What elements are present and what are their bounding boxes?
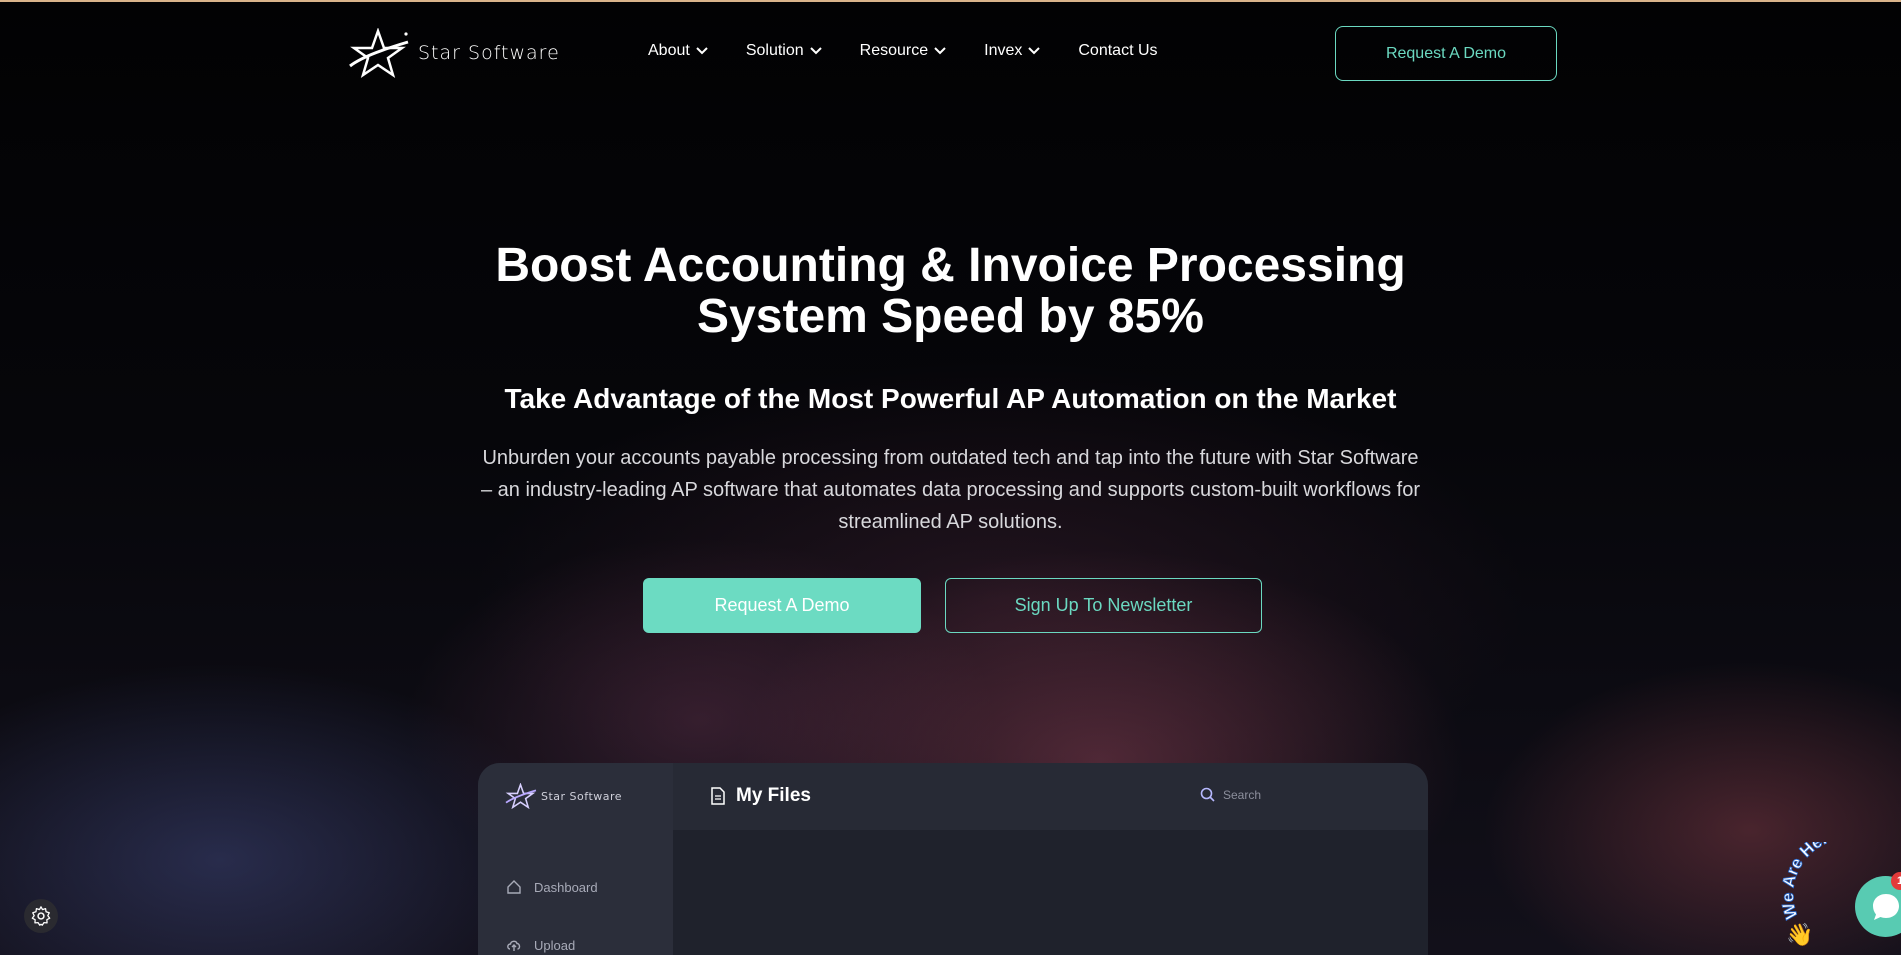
mockup-nav-label: Dashboard xyxy=(534,879,598,895)
newsletter-signup-button[interactable]: Sign Up To Newsletter xyxy=(945,578,1262,633)
nav-item-resource[interactable]: Resource xyxy=(860,42,946,60)
nav-label: Resource xyxy=(859,42,929,59)
chevron-down-icon xyxy=(696,47,708,55)
chat-tagline-text: We Are Here! xyxy=(1778,842,1845,922)
mockup-brand-name: Star Software xyxy=(541,789,623,803)
request-demo-header-button[interactable]: Request A Demo xyxy=(1335,26,1557,81)
brand-logo[interactable]: Star Software xyxy=(348,28,560,78)
nav-label: About xyxy=(648,42,690,59)
mockup-content-area xyxy=(673,830,1428,955)
main-nav: About Solution Resource Invex Contact Us xyxy=(648,42,1196,60)
svg-text:We Are Here!: We Are Here! xyxy=(1778,842,1845,921)
nav-label: Contact Us xyxy=(1078,42,1158,59)
mockup-page-title: My Files xyxy=(710,785,811,807)
file-icon xyxy=(711,787,725,805)
mockup-nav-upload[interactable]: Upload xyxy=(506,937,575,953)
waving-hand-icon: 👋 xyxy=(1786,922,1813,948)
mockup-sidebar: Star Software Dashboard Upload xyxy=(478,763,673,955)
nav-item-about[interactable]: About xyxy=(648,42,708,60)
brand-name: Star Software xyxy=(418,42,560,64)
chat-widget[interactable]: We Are Here! 👋 1 xyxy=(1778,842,1901,955)
nav-label: Invex xyxy=(984,42,1023,59)
chevron-down-icon xyxy=(934,47,946,55)
request-demo-button[interactable]: Request A Demo xyxy=(643,578,921,633)
nav-label: Solution xyxy=(745,42,804,59)
mockup-title-text: My Files xyxy=(736,785,811,806)
cloud-upload-icon xyxy=(507,940,521,951)
hero-title-line2: System Speed by 85% xyxy=(697,290,1204,343)
nav-item-contact-us[interactable]: Contact Us xyxy=(1078,42,1157,60)
settings-button[interactable] xyxy=(24,899,58,933)
mockup-search[interactable]: Search xyxy=(1200,787,1261,802)
nav-item-invex[interactable]: Invex xyxy=(984,42,1041,60)
site-header: Star Software About Solution Resource In… xyxy=(0,0,1901,108)
home-icon xyxy=(507,880,521,894)
search-icon xyxy=(1200,787,1215,802)
mockup-nav-dashboard[interactable]: Dashboard xyxy=(506,879,598,895)
hero-subtitle: Take Advantage of the Most Powerful AP A… xyxy=(504,383,1397,414)
mockup-logo: Star Software xyxy=(505,783,622,809)
nav-item-solution[interactable]: Solution xyxy=(746,42,822,60)
mockup-search-placeholder: Search xyxy=(1223,787,1262,802)
mockup-nav-label: Upload xyxy=(534,937,576,953)
hero-title: Boost Accounting & Invoice Processing Sy… xyxy=(0,240,1901,342)
hero-description: Unburden your accounts payable processin… xyxy=(480,447,1420,533)
chat-bubble-icon xyxy=(1872,893,1899,920)
star-logo-icon xyxy=(349,28,409,78)
chevron-down-icon xyxy=(809,47,822,55)
gear-icon xyxy=(31,906,51,926)
app-preview-mockup: Star Software Dashboard Upload My Files … xyxy=(478,763,1428,955)
hero-title-line1: Boost Accounting & Invoice Processing xyxy=(495,239,1406,292)
chevron-down-icon xyxy=(1028,47,1041,55)
star-logo-icon xyxy=(505,783,537,809)
